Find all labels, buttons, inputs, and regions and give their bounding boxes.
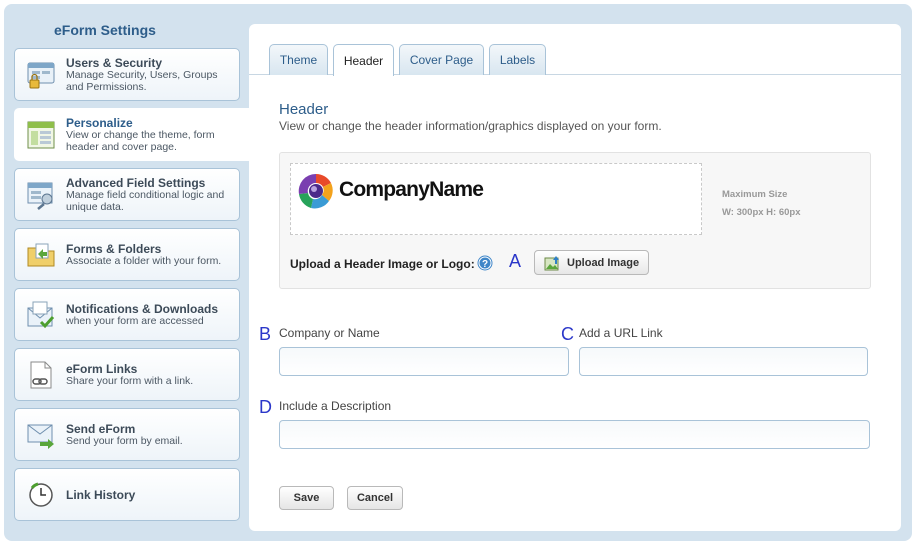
company-logo-mark: [296, 171, 336, 211]
company-name-label: Company or Name: [279, 326, 380, 340]
tab-theme[interactable]: Theme: [269, 44, 328, 75]
sidebar-item-desc: Share your form with a link.: [66, 374, 194, 387]
clock-history-icon: [25, 479, 57, 511]
marker-a: A: [509, 251, 522, 271]
sidebar-item-title: Advanced Field Settings: [66, 175, 206, 190]
help-icon[interactable]: ?: [477, 255, 493, 271]
tab-cover-page[interactable]: Cover Page: [399, 44, 484, 75]
max-size-label: Maximum Size: [722, 189, 788, 200]
sidebar-item-desc: View or change the theme, form: [66, 128, 215, 141]
sidebar-item-desc: Manage field conditional logic and: [66, 188, 225, 201]
upload-image-button[interactable]: Upload Image: [534, 250, 649, 275]
sidebar-item-notifications-downloads[interactable]: Notifications & Downloads when your form…: [14, 288, 240, 341]
personalize-icon: [25, 119, 57, 151]
save-button[interactable]: Save: [279, 486, 334, 510]
tab-header[interactable]: Header: [333, 44, 394, 76]
sidebar-item-personalize[interactable]: Personalize View or change the theme, fo…: [14, 108, 250, 161]
sidebar-item-users-security[interactable]: Users & Security Manage Security, Users,…: [14, 48, 240, 101]
upload-button-label: Upload Image: [567, 256, 640, 269]
marker-d: D: [259, 397, 272, 417]
sidebar-item-eform-links[interactable]: eForm Links Share your form with a link.: [14, 348, 240, 401]
sidebar-item-title: eForm Links: [66, 361, 138, 376]
active-item-pointer: [240, 123, 250, 143]
notification-envelope-icon: [25, 299, 57, 331]
sidebar-item-forms-folders[interactable]: Forms & Folders Associate a folder with …: [14, 228, 240, 281]
svg-text:?: ?: [482, 259, 488, 270]
sidebar-title: eForm Settings: [54, 22, 156, 38]
sidebar-item-link-history[interactable]: Link History: [14, 468, 240, 521]
description-label: Include a Description: [279, 399, 392, 413]
send-mail-icon: [25, 419, 57, 451]
sidebar-item-desc: Manage Security, Users, Groups: [66, 68, 218, 81]
sidebar-item-desc: header and cover page.: [66, 140, 177, 153]
section-description: View or change the header information/gr…: [279, 119, 662, 133]
folder-icon: [25, 239, 57, 271]
sidebar-item-advanced-field-settings[interactable]: Advanced Field Settings Manage field con…: [14, 168, 240, 221]
upload-image-icon: [544, 255, 560, 271]
url-link-label: Add a URL Link: [579, 326, 663, 340]
company-name-input[interactable]: [279, 347, 569, 376]
users-security-icon: [25, 59, 57, 91]
sidebar-item-title: Send eForm: [66, 421, 136, 436]
sidebar-item-desc: when your form are accessed: [66, 314, 204, 327]
link-document-icon: [25, 359, 57, 391]
sidebar-item-title: Notifications & Downloads: [66, 301, 219, 316]
sidebar-item-title: Users & Security: [66, 55, 163, 70]
max-size-value: W: 300px H: 60px: [722, 207, 801, 218]
cancel-button[interactable]: Cancel: [347, 486, 403, 510]
sidebar-item-title: Link History: [66, 487, 136, 502]
sidebar-item-desc: and Permissions.: [66, 80, 147, 93]
marker-b: B: [259, 324, 272, 344]
sidebar-item-title: Forms & Folders: [66, 241, 162, 256]
advanced-settings-icon: [25, 179, 57, 211]
sidebar-item-desc: unique data.: [66, 200, 124, 213]
company-logo-text: CompanyName: [339, 178, 484, 201]
section-title: Header: [279, 101, 329, 118]
url-link-input[interactable]: [579, 347, 868, 376]
upload-label: Upload a Header Image or Logo:: [290, 257, 475, 271]
sidebar-item-desc: Associate a folder with your form.: [66, 254, 222, 267]
sidebar-item-desc: Send your form by email.: [66, 434, 183, 447]
sidebar-item-send-eform[interactable]: Send eForm Send your form by email.: [14, 408, 240, 461]
sidebar-item-title: Personalize: [66, 115, 133, 130]
max-size-info: Maximum Size W: 300px H: 60px: [722, 186, 801, 222]
description-input[interactable]: [279, 420, 870, 449]
marker-c: C: [561, 324, 574, 344]
tab-labels[interactable]: Labels: [489, 44, 546, 75]
